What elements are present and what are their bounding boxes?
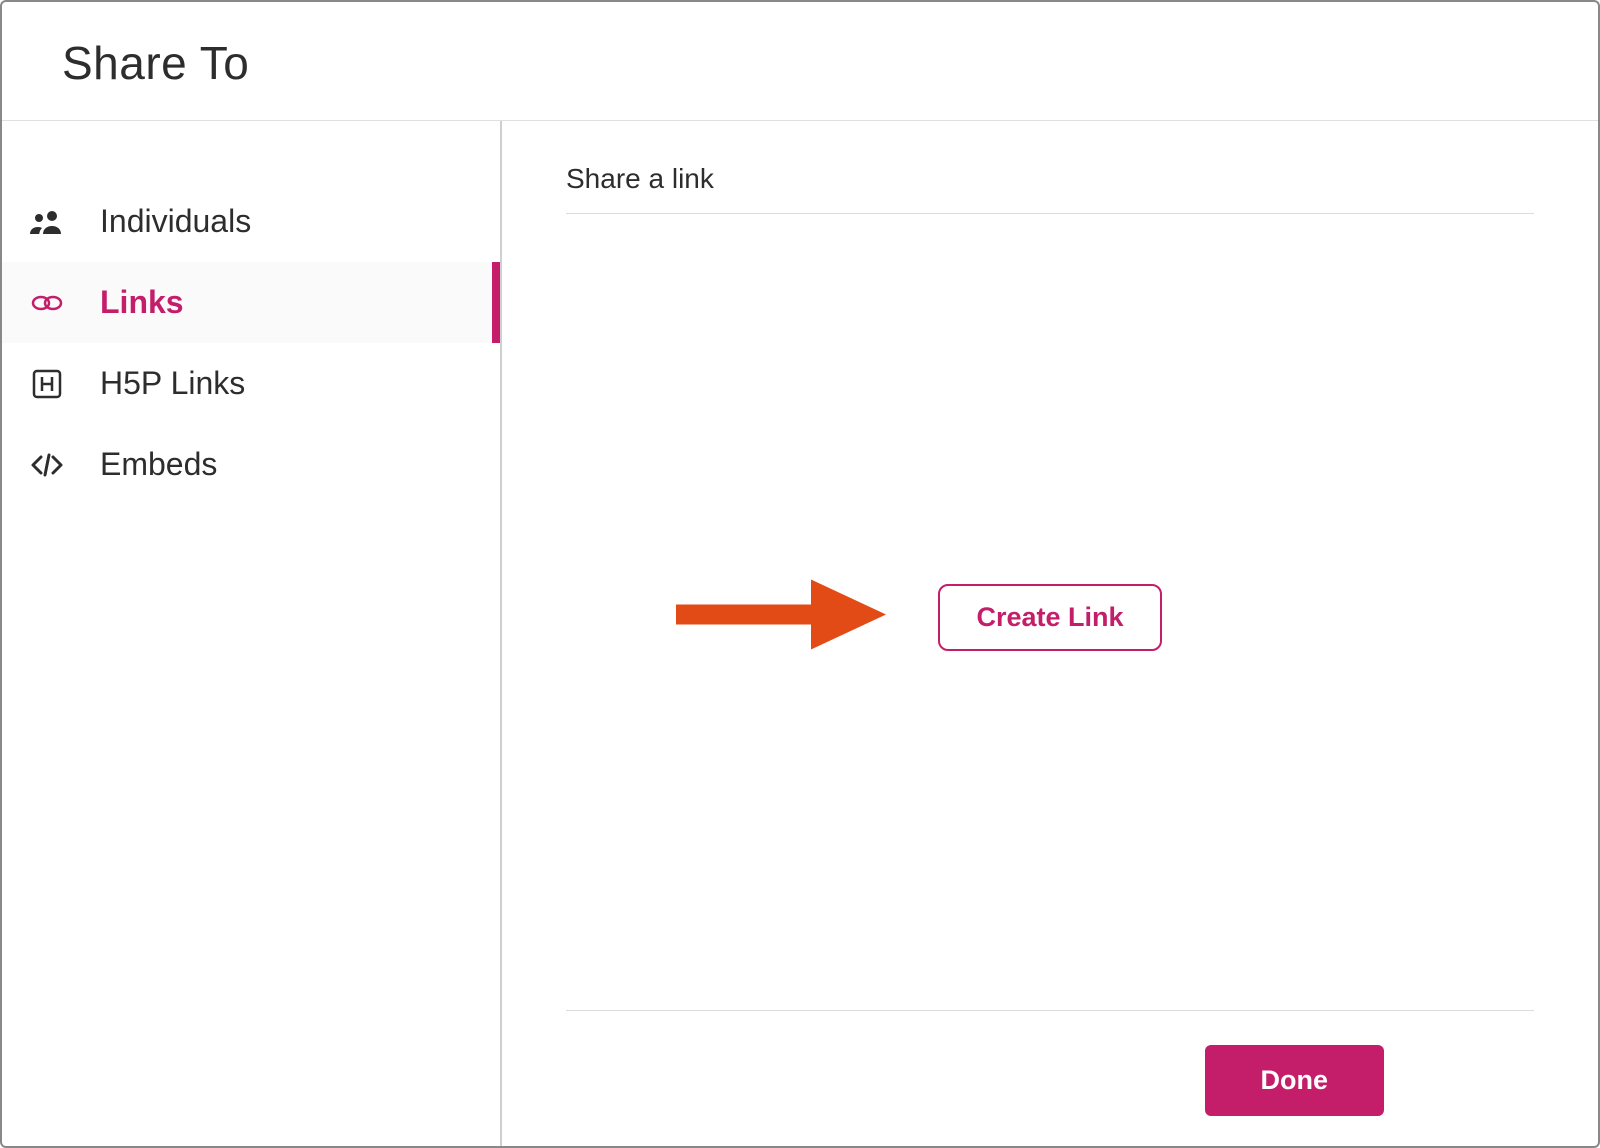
center-area: Create Link [566,224,1534,1010]
footer-row: Done [566,1045,1534,1116]
link-icon [24,293,70,313]
sidebar-item-label: H5P Links [100,365,245,402]
modal-body: Individuals Links [2,121,1598,1146]
sidebar: Individuals Links [2,121,502,1146]
sidebar-item-individuals[interactable]: Individuals [2,181,500,262]
section-title: Share a link [566,163,1534,214]
code-icon [24,453,70,477]
done-button[interactable]: Done [1205,1045,1385,1116]
sidebar-item-h5p-links[interactable]: H5P Links [2,343,500,424]
sidebar-item-embeds[interactable]: Embeds [2,424,500,505]
create-link-button[interactable]: Create Link [938,584,1161,651]
sidebar-item-label: Embeds [100,446,217,483]
people-icon [24,210,70,234]
h5p-icon [24,369,70,399]
content-panel: Share a link Create Link Done [502,121,1598,1146]
footer-divider [566,1010,1534,1011]
modal-header: Share To [2,2,1598,121]
arrow-annotation-icon [676,575,896,660]
modal-title: Share To [62,36,1538,90]
sidebar-item-label: Links [100,284,184,321]
sidebar-item-label: Individuals [100,203,251,240]
share-modal: Share To Individuals [0,0,1600,1148]
sidebar-item-links[interactable]: Links [2,262,500,343]
